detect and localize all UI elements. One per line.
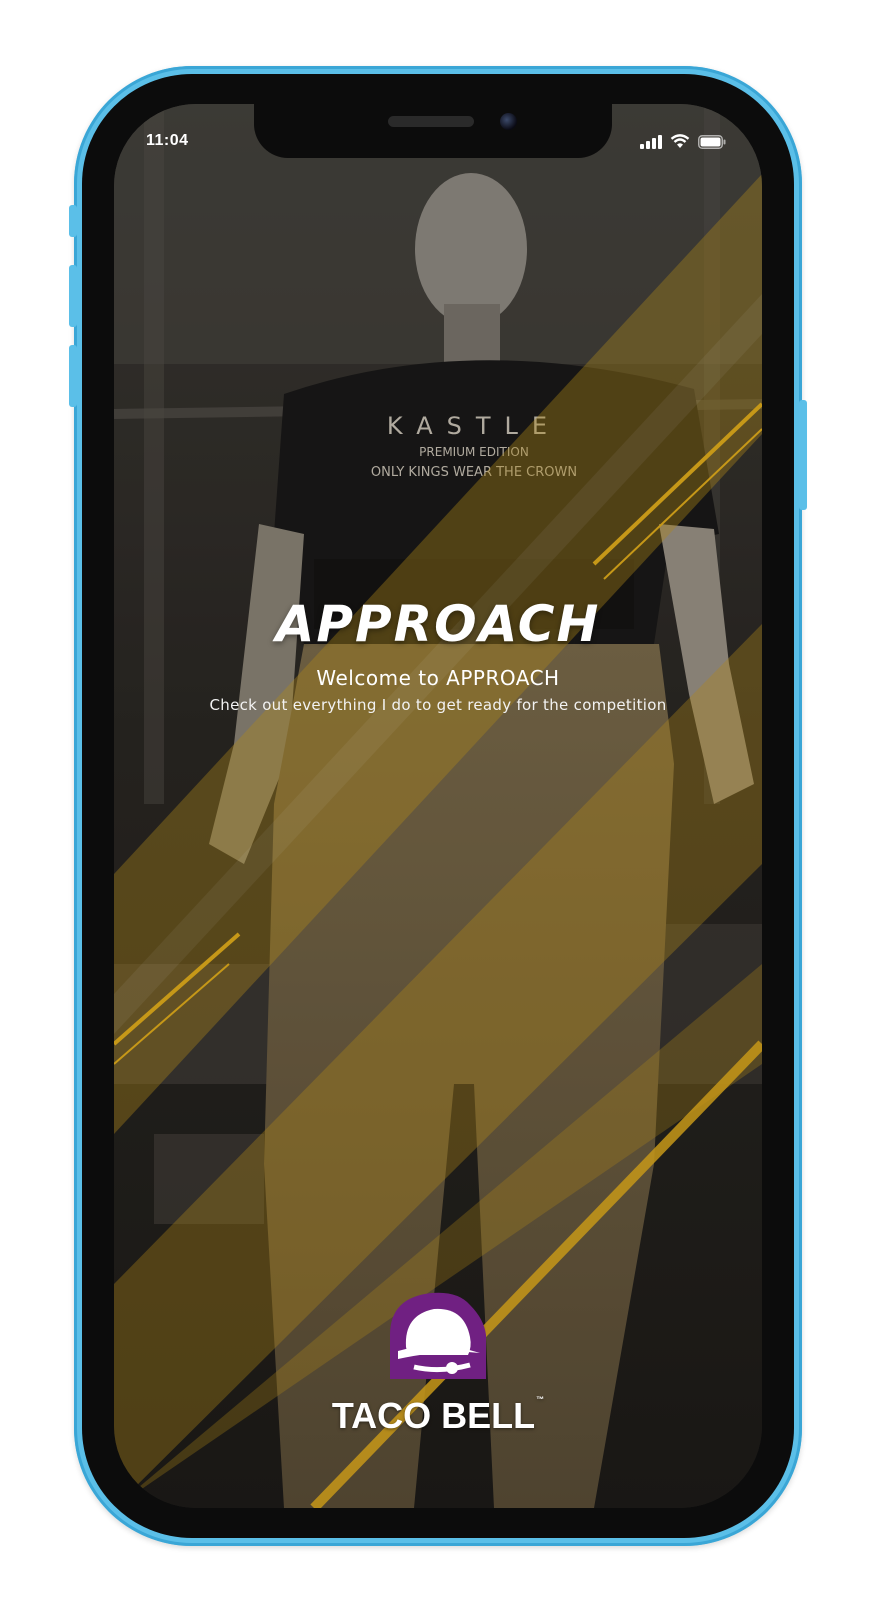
welcome-text: Welcome to APPROACH [316, 666, 560, 690]
status-icons [640, 134, 726, 149]
trademark-symbol: ™ [536, 1395, 545, 1404]
hero-section: APPROACH Welcome to APPROACH Check out e… [114, 594, 762, 714]
app-screen: KASTLE PREMIUM EDITION ONLY KINGS WEAR T… [114, 104, 762, 1508]
front-camera [500, 113, 517, 130]
power-button [799, 400, 807, 510]
sponsor-wordmark: TACO BELL™ [114, 1395, 762, 1437]
tagline-text: Check out everything I do to get ready f… [209, 696, 667, 714]
device-notch [254, 104, 612, 158]
bell-logo-icon [390, 1292, 486, 1379]
silent-switch [69, 205, 77, 237]
volume-down-button [69, 345, 77, 407]
volume-up-button [69, 265, 77, 327]
battery-icon [698, 134, 726, 149]
app-title: APPROACH [275, 595, 601, 653]
sponsor-name: TACO BELL [331, 1395, 536, 1436]
sponsor-logo: TACO BELL™ [114, 1289, 762, 1437]
earpiece-speaker [388, 116, 474, 127]
status-time: 11:04 [146, 132, 189, 149]
cellular-signal-icon [640, 134, 662, 149]
wifi-icon [670, 134, 690, 148]
